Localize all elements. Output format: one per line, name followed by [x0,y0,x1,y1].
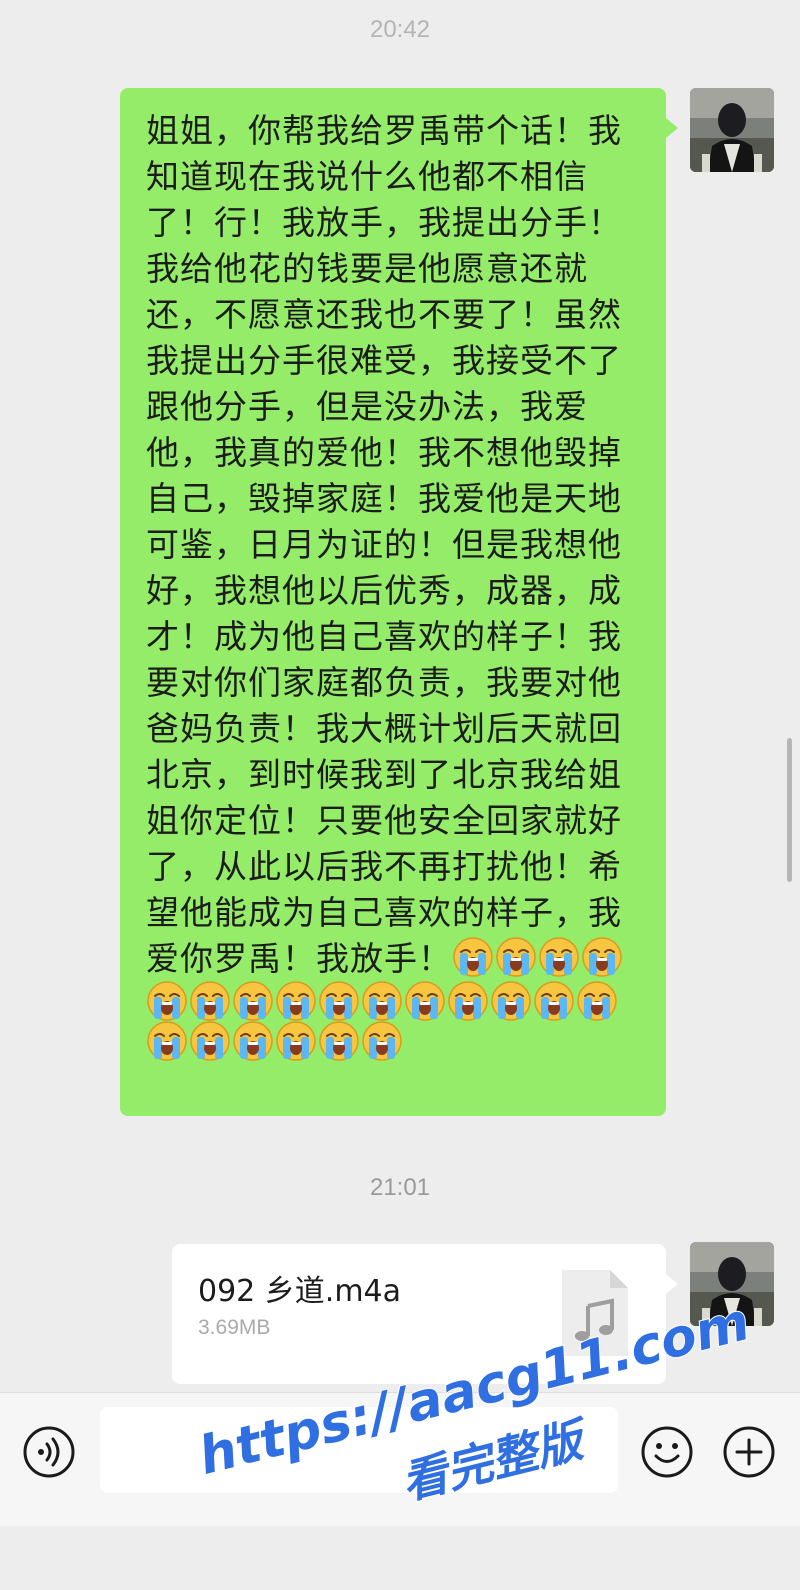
crying-face-emoji [319,1021,359,1061]
avatar[interactable] [690,1242,774,1326]
crying-face-emoji [276,981,316,1021]
crying-face-emoji [582,936,622,977]
scrollbar[interactable] [787,738,792,882]
avatar-image [690,1242,774,1326]
crying-face-emoji [147,1021,187,1061]
crying-face-emoji [577,981,617,1021]
crying-face-emoji [362,981,402,1021]
input-bar [0,1392,800,1526]
timestamp: 20:42 [369,16,431,43]
message-bubble[interactable]: 姐姐，你帮我给罗禹带个话！我知道现在我说什么他都不相信了！行！我放手，我提出分手… [120,88,678,1116]
message-input[interactable] [100,1407,618,1493]
crying-face-emoji [233,981,273,1021]
crying-face-emoji [147,981,187,1021]
avatar-image [690,88,774,172]
crying-face-emoji [233,1021,273,1061]
emoji-group [146,1020,644,1062]
voice-icon[interactable] [22,1425,76,1479]
file-name: 092 乡道.m4a [198,1274,402,1309]
crying-face-emoji [190,1021,230,1061]
crying-face-emoji [405,981,445,1021]
timestamp: 21:01 [369,1174,431,1201]
plus-icon[interactable] [722,1425,776,1479]
crying-face-emoji [276,1021,316,1061]
crying-face-emoji [491,981,531,1021]
file-message-bubble[interactable]: 092 乡道.m4a 3.69MB [172,1244,678,1384]
message-text: 姐姐，你帮我给罗禹带个话！我知道现在我说什么他都不相信了！行！我放手，我提出分手… [146,108,644,982]
crying-face-emoji [496,936,536,977]
smiley-icon[interactable] [640,1425,694,1479]
crying-face-emoji [534,981,574,1021]
crying-face-emoji [448,981,488,1021]
file-size: 3.69MB [198,1316,271,1339]
crying-face-emoji [453,936,493,977]
emoji-group [452,936,623,978]
avatar[interactable] [690,88,774,172]
crying-face-emoji [190,981,230,1021]
crying-face-emoji [539,936,579,977]
emoji-group [146,980,644,1022]
crying-face-emoji [362,1021,402,1061]
chat-area: 20:42 姐姐，你帮我给罗禹带个话！我知道现在我说什么他都不相信了！行！我放手… [0,0,800,1392]
message-body: 姐姐，你帮我给罗禹带个话！我知道现在我说什么他都不相信了！行！我放手，我提出分手… [146,111,622,978]
crying-face-emoji [319,981,359,1021]
music-note-file-icon [562,1270,628,1356]
